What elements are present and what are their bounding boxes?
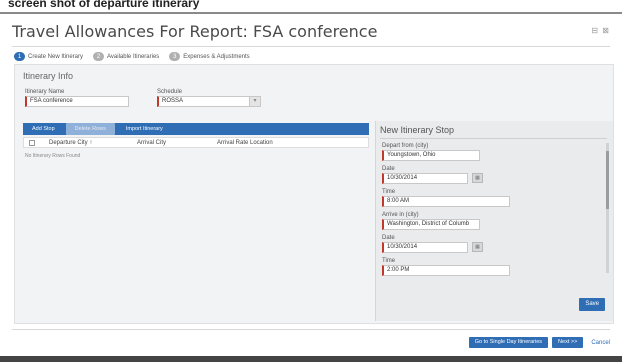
import-itinerary-button[interactable]: Import Itinerary xyxy=(116,123,172,135)
cancel-link[interactable]: Cancel xyxy=(591,340,610,346)
bottom-divider xyxy=(0,356,622,362)
arrive-time-input[interactable]: 2:00 PM xyxy=(382,265,510,276)
col-arrival-rate-location[interactable]: Arrival Rate Location xyxy=(217,140,273,146)
dialog-footer: Go to Single Day Itineraries Next >> Can… xyxy=(468,337,610,348)
itinerary-name-input[interactable]: FSA conference xyxy=(25,96,129,107)
depart-from-input[interactable]: Youngstown, Ohio xyxy=(382,150,480,161)
step-expenses-adjustments[interactable]: 3 Expenses & Adjustments xyxy=(169,52,250,61)
new-stop-title: New Itinerary Stop xyxy=(380,125,455,135)
table-toolbar: Add Stop Delete Rows Import Itinerary xyxy=(23,123,172,135)
arrive-in-label: Arrive in (city) xyxy=(382,212,419,218)
schedule-value: ROSSA xyxy=(162,98,184,104)
itinerary-table: Departure City ↑ Arrival City Arrival Ra… xyxy=(23,137,369,159)
save-stop-button[interactable]: Save xyxy=(579,298,605,311)
depart-from-label: Depart from (city) xyxy=(382,143,429,149)
arrive-time-label: Time xyxy=(382,258,396,264)
step-number: 3 xyxy=(169,52,181,61)
delete-rows-button[interactable]: Delete Rows xyxy=(65,123,115,135)
col-arrival-city[interactable]: Arrival City xyxy=(137,140,217,146)
depart-date-input[interactable]: 10/30/2014 xyxy=(382,173,468,184)
single-day-itineraries-button[interactable]: Go to Single Day Itineraries xyxy=(468,337,549,348)
arrive-date-input[interactable]: 10/30/2014 xyxy=(382,242,468,253)
new-stop-divider xyxy=(380,138,607,139)
step-number: 1 xyxy=(14,52,25,61)
step-create-new-itinerary[interactable]: 1 Create New Itinerary xyxy=(14,52,83,61)
col-departure-city[interactable]: Departure City ↑ xyxy=(49,140,137,146)
step-label: Available Itineraries xyxy=(107,53,160,60)
step-label: Expenses & Adjustments xyxy=(183,53,250,60)
depart-date-label: Date xyxy=(382,166,395,172)
add-stop-button[interactable]: Add Stop xyxy=(23,123,64,135)
table-empty-message: No Itinerary Rows Found xyxy=(25,153,81,159)
step-label: Create New Itinerary xyxy=(28,53,84,60)
panel-scrollbar[interactable] xyxy=(606,143,609,273)
chevron-down-icon[interactable]: ▾ xyxy=(249,97,260,106)
calendar-icon[interactable]: ▦ xyxy=(472,173,483,183)
schedule-label: Schedule xyxy=(157,89,183,95)
step-number: 2 xyxy=(93,52,105,61)
new-itinerary-stop-panel: New Itinerary Stop Depart from (city) Yo… xyxy=(375,121,613,321)
depart-time-input[interactable]: 8:00 AM xyxy=(382,196,510,207)
top-divider xyxy=(0,12,622,14)
step-available-itineraries[interactable]: 2 Available Itineraries xyxy=(93,52,159,61)
scrollbar-thumb[interactable] xyxy=(606,151,609,209)
select-all-checkbox[interactable] xyxy=(29,139,35,146)
table-header: Departure City ↑ Arrival City Arrival Ra… xyxy=(23,137,369,148)
next-button[interactable]: Next >> xyxy=(552,337,584,348)
footer-divider xyxy=(12,329,610,330)
wizard-steps: 1 Create New Itinerary 2 Available Itine… xyxy=(14,52,250,61)
itinerary-info-title: Itinerary Info xyxy=(23,71,74,81)
depart-time-label: Time xyxy=(382,189,396,195)
arrive-date-label: Date xyxy=(382,235,395,241)
window-controls[interactable]: ⊟ ⊠ xyxy=(591,26,610,35)
schedule-select[interactable]: ROSSA ▾ xyxy=(157,96,261,107)
calendar-icon[interactable]: ▦ xyxy=(472,242,483,252)
itinerary-panel: Itinerary Info Itinerary Name FSA confer… xyxy=(14,64,614,324)
title-divider xyxy=(12,46,610,47)
itinerary-name-label: Itinerary Name xyxy=(25,89,65,95)
dialog-title: Travel Allowances For Report: FSA confer… xyxy=(12,22,378,41)
arrive-in-input[interactable]: Washington, District of Columb xyxy=(382,219,480,230)
page-caption: screen shot of departure itinerary xyxy=(8,0,200,10)
